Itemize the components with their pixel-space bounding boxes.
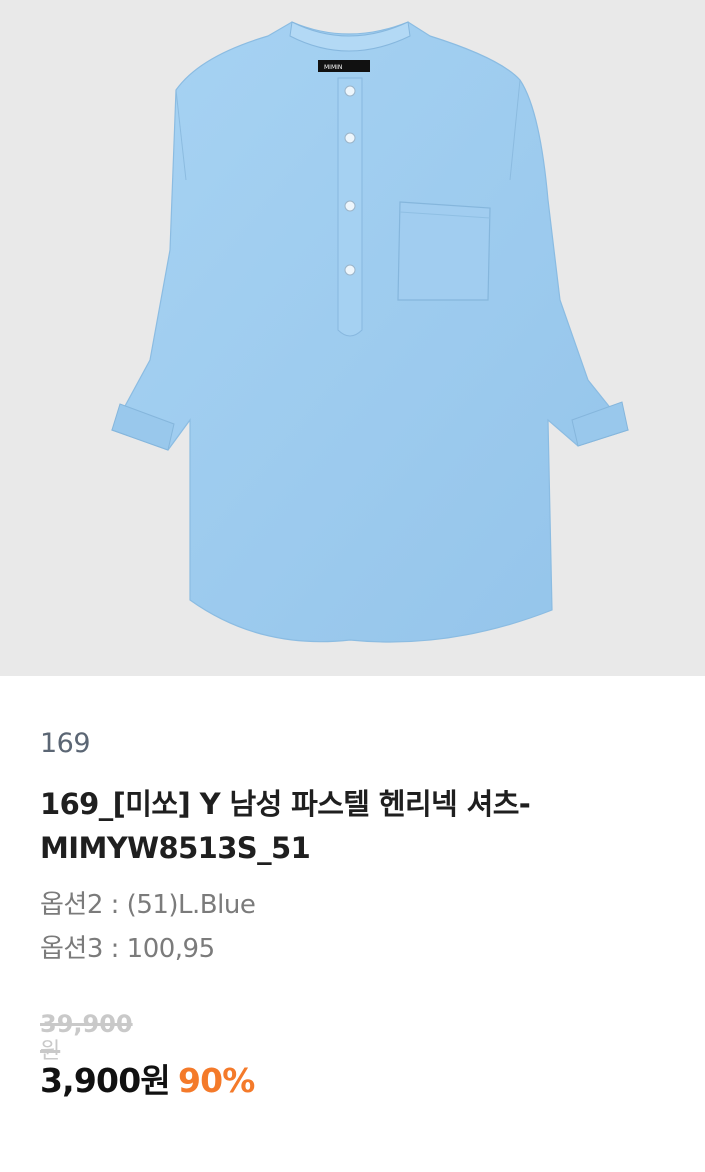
shirt-button — [344, 264, 356, 276]
product-title[interactable]: 169_[미쏘] Y 남성 파스텔 헨리넥 셔츠-MIMYW8513S_51 — [40, 782, 680, 870]
shirt-button — [344, 85, 356, 97]
shirt-button — [344, 200, 356, 212]
discount-rate: 90% — [177, 1061, 255, 1100]
price-row: 3,900원 90% — [40, 1054, 255, 1102]
shirt-image: MIMIN — [111, 21, 630, 643]
brand-name[interactable]: 169 — [40, 728, 91, 759]
shirt-button — [344, 132, 356, 144]
neck-label-text: MIMIN — [324, 64, 342, 71]
option3-text: 옵션3 : 100,95 — [40, 934, 215, 964]
product-image[interactable]: MIMIN — [0, 0, 705, 676]
sale-price: 3,900원 — [40, 1061, 171, 1100]
original-price-value: 39,900 — [40, 1010, 133, 1038]
option2-text: 옵션2 : (51)L.Blue — [40, 890, 256, 920]
shirt-body — [111, 21, 630, 643]
product-card[interactable]: MIMIN 169 169_[미쏘] Y 남성 파스텔 헨리넥 셔츠-MIMYW… — [0, 0, 705, 1172]
